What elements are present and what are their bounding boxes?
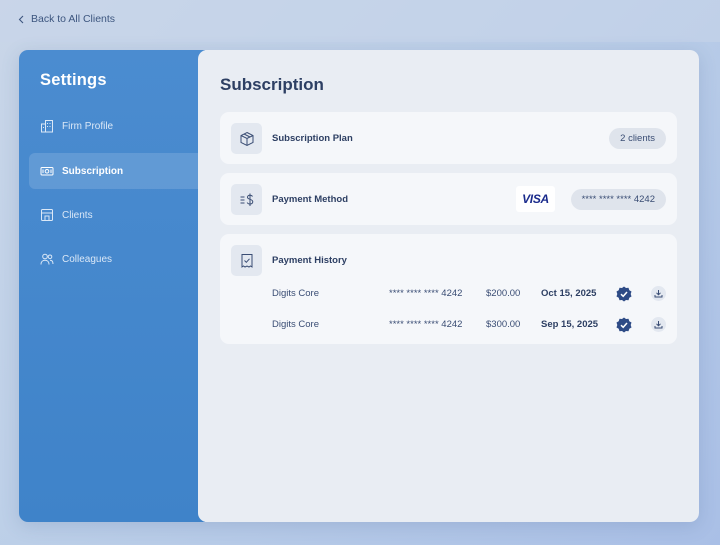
product-name: Digits Core xyxy=(272,319,319,330)
sidebar-item-subscription[interactable]: Subscription xyxy=(29,153,205,189)
box-icon xyxy=(231,123,262,154)
product-name: Digits Core xyxy=(272,288,319,299)
storefront-icon xyxy=(41,209,53,221)
sidebar-item-firm-profile[interactable]: Firm Profile xyxy=(29,108,205,144)
payment-method-label: Payment Method xyxy=(272,194,349,205)
top-bar: Back to All Clients xyxy=(0,0,720,42)
amount: $200.00 xyxy=(486,288,521,299)
download-button[interactable] xyxy=(651,286,666,301)
download-icon xyxy=(654,321,663,329)
dollar-list-icon xyxy=(231,184,262,215)
payment-date: Sep 15, 2025 xyxy=(541,319,599,330)
verified-badge-icon xyxy=(616,286,632,302)
settings-panel: Settings Firm Profile Subscription Clien xyxy=(19,50,699,522)
table-row: Digits Core **** **** **** 4242 $300.00 … xyxy=(220,315,677,335)
subscription-plan-label: Subscription Plan xyxy=(272,133,353,144)
payment-history-label: Payment History xyxy=(272,255,347,266)
chevron-left-icon xyxy=(18,15,24,23)
main-content: Subscription Subscription Plan 2 clients… xyxy=(198,50,699,522)
receipt-check-icon xyxy=(231,245,262,276)
download-button[interactable] xyxy=(651,317,666,332)
sidebar-item-label: Subscription xyxy=(62,165,124,177)
subscription-plan-card: Subscription Plan 2 clients xyxy=(220,112,677,164)
download-icon xyxy=(654,290,663,298)
amount: $300.00 xyxy=(486,319,521,330)
banknote-icon xyxy=(40,167,54,176)
payment-history-card: Payment History Digits Core **** **** **… xyxy=(220,234,677,344)
payment-date: Oct 15, 2025 xyxy=(541,288,597,299)
card-number-pill: **** **** **** 4242 xyxy=(570,189,666,210)
sidebar-item-colleagues[interactable]: Colleagues xyxy=(29,241,205,277)
payment-method-card: Payment Method VISA **** **** **** 4242 xyxy=(220,173,677,225)
sidebar-title: Settings xyxy=(40,71,107,89)
card-number: **** **** **** 4242 xyxy=(389,288,463,299)
sidebar-item-label: Clients xyxy=(62,209,93,221)
visa-logo: VISA xyxy=(516,186,555,212)
card-number: **** **** **** 4242 xyxy=(389,319,463,330)
back-to-clients-link[interactable]: Back to All Clients xyxy=(18,12,115,26)
sidebar-item-label: Firm Profile xyxy=(62,120,114,132)
users-icon xyxy=(40,253,54,265)
sidebar: Settings Firm Profile Subscription Clien xyxy=(19,50,205,522)
clients-count-badge: 2 clients xyxy=(609,128,666,149)
building-icon xyxy=(41,120,53,133)
back-link-label: Back to All Clients xyxy=(31,13,116,25)
sidebar-item-label: Colleagues xyxy=(62,253,113,265)
table-row: Digits Core **** **** **** 4242 $200.00 … xyxy=(220,284,677,304)
verified-badge-icon xyxy=(616,317,632,333)
page-title: Subscription xyxy=(220,75,324,94)
sidebar-item-clients[interactable]: Clients xyxy=(29,197,205,233)
